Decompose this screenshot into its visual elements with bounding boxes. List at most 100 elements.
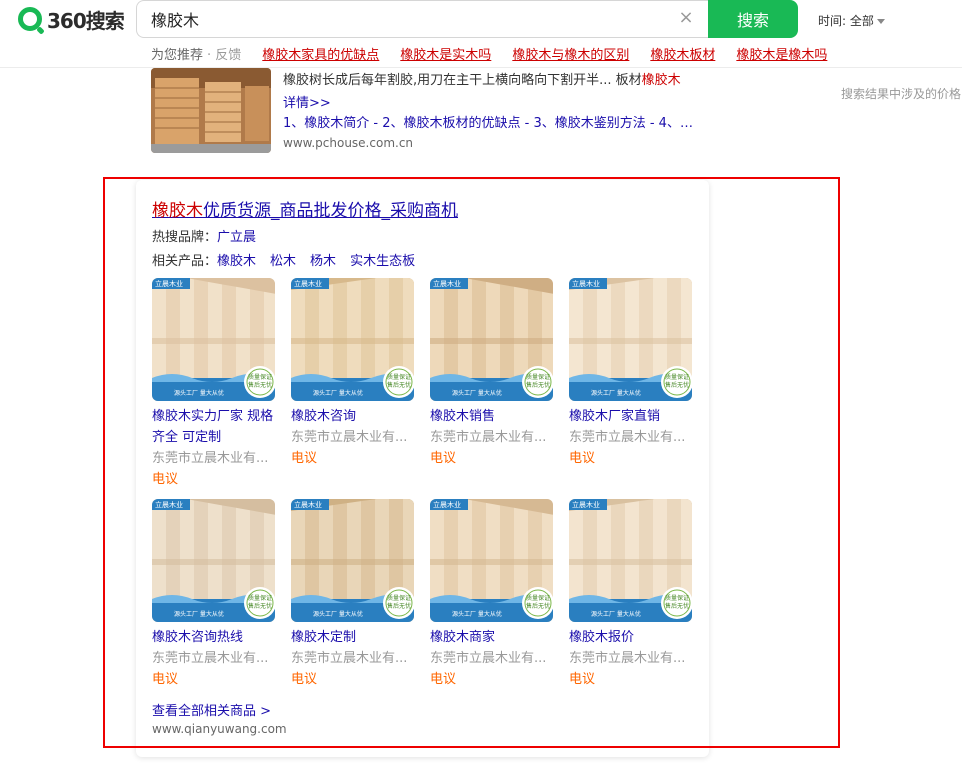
badge-text: 立晨木业: [433, 280, 461, 288]
product-price: 电议: [569, 672, 596, 687]
search-button[interactable]: 搜索: [708, 0, 798, 38]
recommend-link[interactable]: 橡胶木板材: [650, 44, 715, 63]
card-title-highlight: 橡胶木: [152, 201, 203, 221]
result-desc-text: 橡胶树长成后每年割胶,用刀在主干上横向略向下割开半... 板材: [283, 73, 642, 88]
product-price: 电议: [430, 451, 457, 466]
product-name[interactable]: 橡胶木咨询热线: [152, 627, 276, 648]
factory-banner-text: 源头工厂 量大从优: [313, 390, 363, 397]
product-name[interactable]: 橡胶木咨询: [291, 406, 415, 427]
factory-banner-text: 源头工厂 量大从优: [174, 611, 224, 618]
product-image[interactable]: 立晨木业 源头工厂 量大从优 质量保证 售后无忧: [291, 278, 414, 401]
product-name[interactable]: 橡胶木商家: [430, 627, 554, 648]
hot-brand: 热搜品牌：广立晨: [152, 226, 256, 245]
result-more-link[interactable]: 详情>>: [283, 92, 331, 111]
product-name[interactable]: 橡胶木实力厂家 规格齐全 可定制: [152, 406, 276, 448]
factory-banner-text: 源头工厂 量大从优: [591, 390, 641, 397]
product-item[interactable]: 立晨木业 源头工厂 量大从优 质量保证 售后无忧 橡胶木销售 东莞市立晨木业有.…: [430, 278, 554, 469]
product-item[interactable]: 立晨木业 源头工厂 量大从优 质量保证 售后无忧 橡胶木报价 东莞市立晨木业有.…: [569, 499, 693, 690]
product-seller: 东莞市立晨木业有...: [291, 430, 408, 445]
badge-text: 立晨木业: [155, 501, 183, 509]
recommend-row: 为您推荐 · 反馈 橡胶木家具的优缺点 橡胶木是实木吗 橡胶木与橡木的区别 橡胶…: [151, 44, 827, 63]
product-seller: 东莞市立晨木业有...: [569, 430, 686, 445]
product-price: 电议: [152, 472, 179, 487]
factory-banner-text: 源头工厂 量大从优: [313, 611, 363, 618]
recommend-link[interactable]: 橡胶木与橡木的区别: [512, 44, 629, 63]
quality-seal-text: 质量保证 售后无忧: [248, 374, 273, 389]
product-name[interactable]: 橡胶木报价: [569, 627, 693, 648]
product-item[interactable]: 立晨木业 源头工厂 量大从优 质量保证 售后无忧 橡胶木咨询 东莞市立晨木业有.…: [291, 278, 415, 469]
result-desc-highlight: 橡胶木: [641, 73, 681, 88]
quality-seal-text: 质量保证 售后无忧: [665, 595, 690, 610]
result-url: www.pchouse.com.cn: [283, 136, 414, 150]
quality-seal-text: 质量保证 售后无忧: [526, 595, 551, 610]
product-seller: 东莞市立晨木业有...: [152, 451, 269, 466]
product-price: 电议: [291, 672, 318, 687]
card-title-rest: 优质货源_商品批发价格_采购商机: [203, 201, 458, 221]
product-name[interactable]: 橡胶木销售: [430, 406, 554, 427]
badge-text: 立晨木业: [572, 501, 600, 509]
quality-seal-text: 质量保证 售后无忧: [665, 374, 690, 389]
feedback-link[interactable]: · 反馈: [207, 44, 241, 63]
related-link[interactable]: 实木生态板: [350, 254, 415, 269]
product-price: 电议: [291, 451, 318, 466]
logo-text: 360搜索: [47, 8, 125, 33]
result-sublinks[interactable]: 1、橡胶木简介 - 2、橡胶木板材的优缺点 - 3、橡胶木鉴别方法 - 4、…: [283, 112, 693, 131]
product-item[interactable]: 立晨木业 源头工厂 量大从优 质量保证 售后无忧 橡胶木咨询热线 东莞市立晨木业…: [152, 499, 276, 690]
product-price: 电议: [569, 451, 596, 466]
product-image[interactable]: 立晨木业 源头工厂 量大从优 质量保证 售后无忧: [152, 278, 275, 401]
card-url: www.qianyuwang.com: [152, 722, 287, 736]
time-filter-dropdown[interactable]: 时间: 全部: [818, 12, 885, 29]
product-image[interactable]: 立晨木业 源头工厂 量大从优 质量保证 售后无忧: [569, 499, 692, 622]
badge-text: 立晨木业: [294, 501, 322, 509]
quality-seal-text: 质量保证 售后无忧: [387, 374, 412, 389]
search-input[interactable]: [137, 1, 657, 37]
product-image[interactable]: 立晨木业 源头工厂 量大从优 质量保证 售后无忧: [291, 499, 414, 622]
factory-banner-text: 源头工厂 量大从优: [452, 390, 502, 397]
product-image[interactable]: 立晨木业 源头工厂 量大从优 质量保证 售后无忧: [430, 499, 553, 622]
clear-icon[interactable]: ×: [677, 9, 695, 27]
site-logo[interactable]: 360搜索: [18, 6, 125, 33]
product-image[interactable]: 立晨木业 源头工厂 量大从优 质量保证 售后无忧: [152, 499, 275, 622]
product-price: 电议: [152, 672, 179, 687]
recommend-link[interactable]: 橡胶木是实木吗: [400, 44, 491, 63]
quality-seal-text: 质量保证 售后无忧: [387, 595, 412, 610]
product-seller: 东莞市立晨木业有...: [430, 430, 547, 445]
recommend-label: 为您推荐: [151, 48, 204, 63]
product-seller: 东莞市立晨木业有...: [430, 651, 547, 666]
badge-text: 立晨木业: [294, 280, 322, 288]
product-seller: 东莞市立晨木业有...: [291, 651, 408, 666]
quality-seal-text: 质量保证 售后无忧: [526, 374, 551, 389]
view-all-link[interactable]: 查看全部相关商品 >: [152, 700, 271, 719]
related-label: 相关产品：: [152, 254, 218, 269]
factory-banner-text: 源头工厂 量大从优: [174, 390, 224, 397]
product-item[interactable]: 立晨木业 源头工厂 量大从优 质量保证 售后无忧 橡胶木定制 东莞市立晨木业有.…: [291, 499, 415, 690]
quality-seal-text: 质量保证 售后无忧: [248, 595, 273, 610]
caret-down-icon: [876, 19, 885, 24]
product-item[interactable]: 立晨木业 源头工厂 量大从优 质量保证 售后无忧 橡胶木商家 东莞市立晨木业有.…: [430, 499, 554, 690]
logo-icon: [18, 7, 42, 31]
related-link[interactable]: 橡胶木: [217, 254, 256, 269]
related-link[interactable]: 杨木: [310, 254, 336, 269]
hot-brand-link[interactable]: 广立晨: [217, 230, 256, 245]
recommend-link[interactable]: 橡胶木是橡木吗: [736, 44, 827, 63]
recommend-link[interactable]: 橡胶木家具的优缺点: [262, 44, 379, 63]
factory-banner-text: 源头工厂 量大从优: [452, 611, 502, 618]
result-description: 橡胶树长成后每年割胶,用刀在主干上横向略向下割开半... 板材橡胶木: [283, 70, 693, 91]
product-image[interactable]: 立晨木业 源头工厂 量大从优 质量保证 售后无忧: [569, 278, 692, 401]
product-image[interactable]: 立晨木业 源头工厂 量大从优 质量保证 售后无忧: [430, 278, 553, 401]
price-disclaimer: 搜索结果中涉及的价格: [841, 87, 962, 101]
result-thumbnail[interactable]: [151, 68, 271, 153]
product-name[interactable]: 橡胶木厂家直销: [569, 406, 693, 427]
related-products: 相关产品：橡胶木 松木 杨木 实木生态板: [152, 250, 429, 269]
product-name[interactable]: 橡胶木定制: [291, 627, 415, 648]
badge-text: 立晨木业: [433, 501, 461, 509]
time-filter-label: 时间: 全部: [818, 14, 874, 28]
product-price: 电议: [430, 672, 457, 687]
product-item[interactable]: 立晨木业 源头工厂 量大从优 质量保证 售后无忧 橡胶木厂家直销 东莞市立晨木业…: [569, 278, 693, 469]
product-item[interactable]: 立晨木业 源头工厂 量大从优 质量保证 售后无忧 橡胶木实力厂家 规格齐全 可定…: [152, 278, 276, 490]
product-seller: 东莞市立晨木业有...: [152, 651, 269, 666]
card-title[interactable]: 橡胶木优质货源_商品批发价格_采购商机: [152, 196, 458, 221]
related-link[interactable]: 松木: [270, 254, 296, 269]
search-box: ×: [136, 0, 709, 38]
hot-brand-label: 热搜品牌：: [152, 230, 218, 245]
